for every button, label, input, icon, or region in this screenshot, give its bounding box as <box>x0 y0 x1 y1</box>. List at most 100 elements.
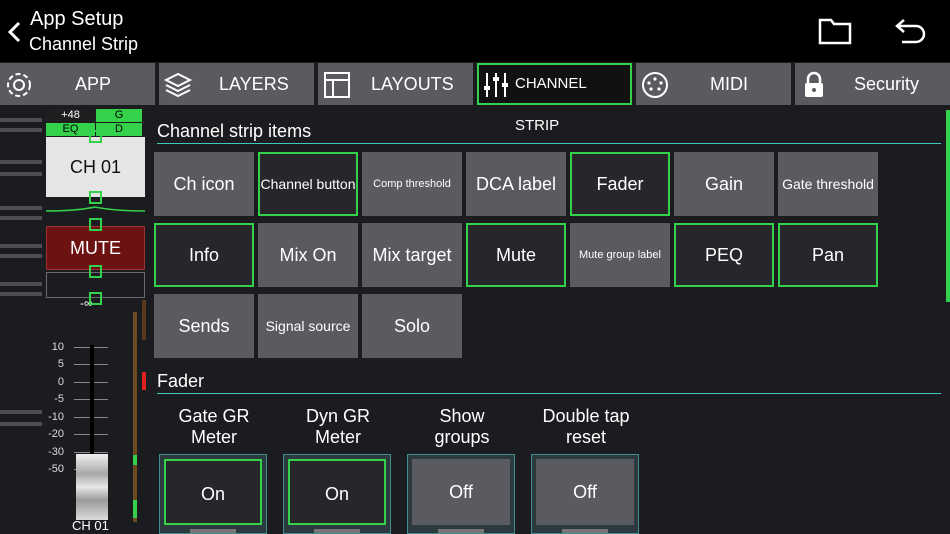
strip-divider <box>0 254 42 258</box>
strip-divider <box>0 422 42 426</box>
section-divider <box>157 393 941 394</box>
option-indicator <box>438 529 484 533</box>
option-label: Dyn GR Meter <box>283 406 393 448</box>
item-toggle-button[interactable]: Signal source <box>258 294 358 358</box>
tab-channel-strip[interactable]: CHANNEL STRIP <box>477 63 632 134</box>
tab-layers-label: LAYERS <box>219 74 289 94</box>
strip-divider <box>0 128 42 132</box>
scrollbar[interactable] <box>946 110 950 302</box>
item-toggle-button[interactable]: Mute group label <box>570 223 670 287</box>
item-toggle-button[interactable]: Ch icon <box>154 152 254 216</box>
item-toggle-button[interactable]: DCA label <box>466 152 566 216</box>
option-label: Show groups <box>407 406 517 448</box>
page-subtitle: Channel Strip <box>29 34 139 54</box>
option-toggle-button[interactable]: Off <box>412 459 510 525</box>
eq-curve-icon <box>46 206 145 212</box>
tab-channel-strip-label: CHANNEL STRIP <box>515 75 587 134</box>
item-toggle-button[interactable]: Sends <box>154 294 254 358</box>
option-frame: Off <box>531 454 639 534</box>
fader-scale-label: 0 <box>57 376 64 388</box>
undo-icon[interactable] <box>894 16 928 46</box>
item-toggle-button[interactable]: Channel button <box>258 152 358 216</box>
drag-handle[interactable] <box>89 130 102 143</box>
fader-knob[interactable] <box>76 454 108 520</box>
fader-scale-label: -20 <box>48 428 64 440</box>
option-frame: Off <box>407 454 515 534</box>
eq-badge: EQ <box>46 123 95 136</box>
option-frame: On <box>283 454 391 534</box>
tab-midi-label: MIDI <box>710 74 748 94</box>
option-label-line1: Gate GR <box>178 406 250 426</box>
tab-app[interactable]: APP <box>0 63 155 105</box>
option-label-line1: Show <box>439 406 485 426</box>
drag-handle[interactable] <box>89 292 102 305</box>
strip-divider <box>0 410 42 414</box>
drag-handle[interactable] <box>89 218 102 231</box>
clip-indicator <box>142 372 146 390</box>
top-bar: App Setup Channel Strip <box>0 0 950 62</box>
item-toggle-button[interactable]: Mix On <box>258 223 358 287</box>
fader-scale-label: -5 <box>54 393 64 405</box>
item-toggle-button[interactable]: Gain <box>674 152 774 216</box>
item-toggle-button[interactable]: Gate threshold <box>778 152 878 216</box>
strip-divider <box>0 206 42 210</box>
mute-button[interactable]: MUTE <box>46 226 145 270</box>
tab-layouts-label: LAYOUTS <box>371 74 454 94</box>
tab-security[interactable]: Security <box>795 63 950 105</box>
option-indicator <box>562 529 608 533</box>
strip-divider <box>0 216 42 220</box>
tab-midi[interactable]: MIDI <box>636 63 791 105</box>
dyn-badge: D <box>96 123 142 136</box>
drag-handle[interactable] <box>89 191 102 204</box>
item-toggle-button[interactable]: Comp threshold <box>362 152 462 216</box>
option-label: Double tap reset <box>531 406 641 448</box>
lock-icon <box>805 71 823 97</box>
level-meter <box>133 312 137 522</box>
folder-icon[interactable] <box>818 16 852 46</box>
item-toggle-button[interactable]: PEQ <box>674 223 774 287</box>
meter-segment <box>133 455 137 465</box>
fader-scale-label: -10 <box>48 411 64 423</box>
item-toggle-button[interactable]: Mix target <box>362 223 462 287</box>
strip-divider <box>0 292 42 296</box>
channel-name-button[interactable]: CH 01 <box>46 137 145 197</box>
tab-security-label: Security <box>854 74 920 94</box>
channel-bottom-label: CH 01 <box>72 518 109 533</box>
gain-badge: +48 <box>46 109 95 122</box>
strip-divider <box>0 282 42 286</box>
level-meter <box>142 300 146 340</box>
gate-badge: G <box>96 109 142 122</box>
tab-app-label: APP <box>75 74 112 94</box>
item-toggle-button[interactable]: Info <box>154 223 254 287</box>
section-title-fader: Fader <box>157 371 205 391</box>
option-label-line2: Meter <box>190 427 237 447</box>
fader-scale-label: -30 <box>48 446 64 458</box>
fader-scale-label: 5 <box>57 358 64 370</box>
item-toggle-button[interactable]: Fader <box>570 152 670 216</box>
drag-handle[interactable] <box>89 265 102 278</box>
option-toggle-button[interactable]: On <box>288 459 386 525</box>
item-toggle-button[interactable]: Mute <box>466 223 566 287</box>
option-frame: On <box>159 454 267 534</box>
item-toggle-button[interactable]: Pan <box>778 223 878 287</box>
strip-divider <box>0 160 42 164</box>
option-toggle-button[interactable]: Off <box>536 459 634 525</box>
section-divider <box>157 143 941 144</box>
option-indicator <box>190 529 236 533</box>
fader-scale-label: 10 <box>51 341 64 353</box>
option-indicator <box>314 529 360 533</box>
midi-icon <box>642 72 668 98</box>
item-toggle-button[interactable]: Solo <box>362 294 462 358</box>
back-chevron-icon[interactable] <box>4 18 26 46</box>
strip-divider <box>0 244 42 248</box>
option-toggle-button[interactable]: On <box>164 459 262 525</box>
gear-icon <box>7 73 31 97</box>
tab-bar: APP LAYERS LAYOUTS CHANNEL STRIP MIDI Se… <box>0 62 950 134</box>
strip-divider <box>0 172 42 176</box>
strip-divider <box>0 118 42 122</box>
meter-segment <box>133 500 137 518</box>
tab-layouts[interactable]: LAYOUTS <box>318 63 473 105</box>
tab-layers[interactable]: LAYERS <box>159 63 314 105</box>
option-label-line2: groups <box>434 427 490 447</box>
option-label-line1: Double tap <box>542 406 630 426</box>
